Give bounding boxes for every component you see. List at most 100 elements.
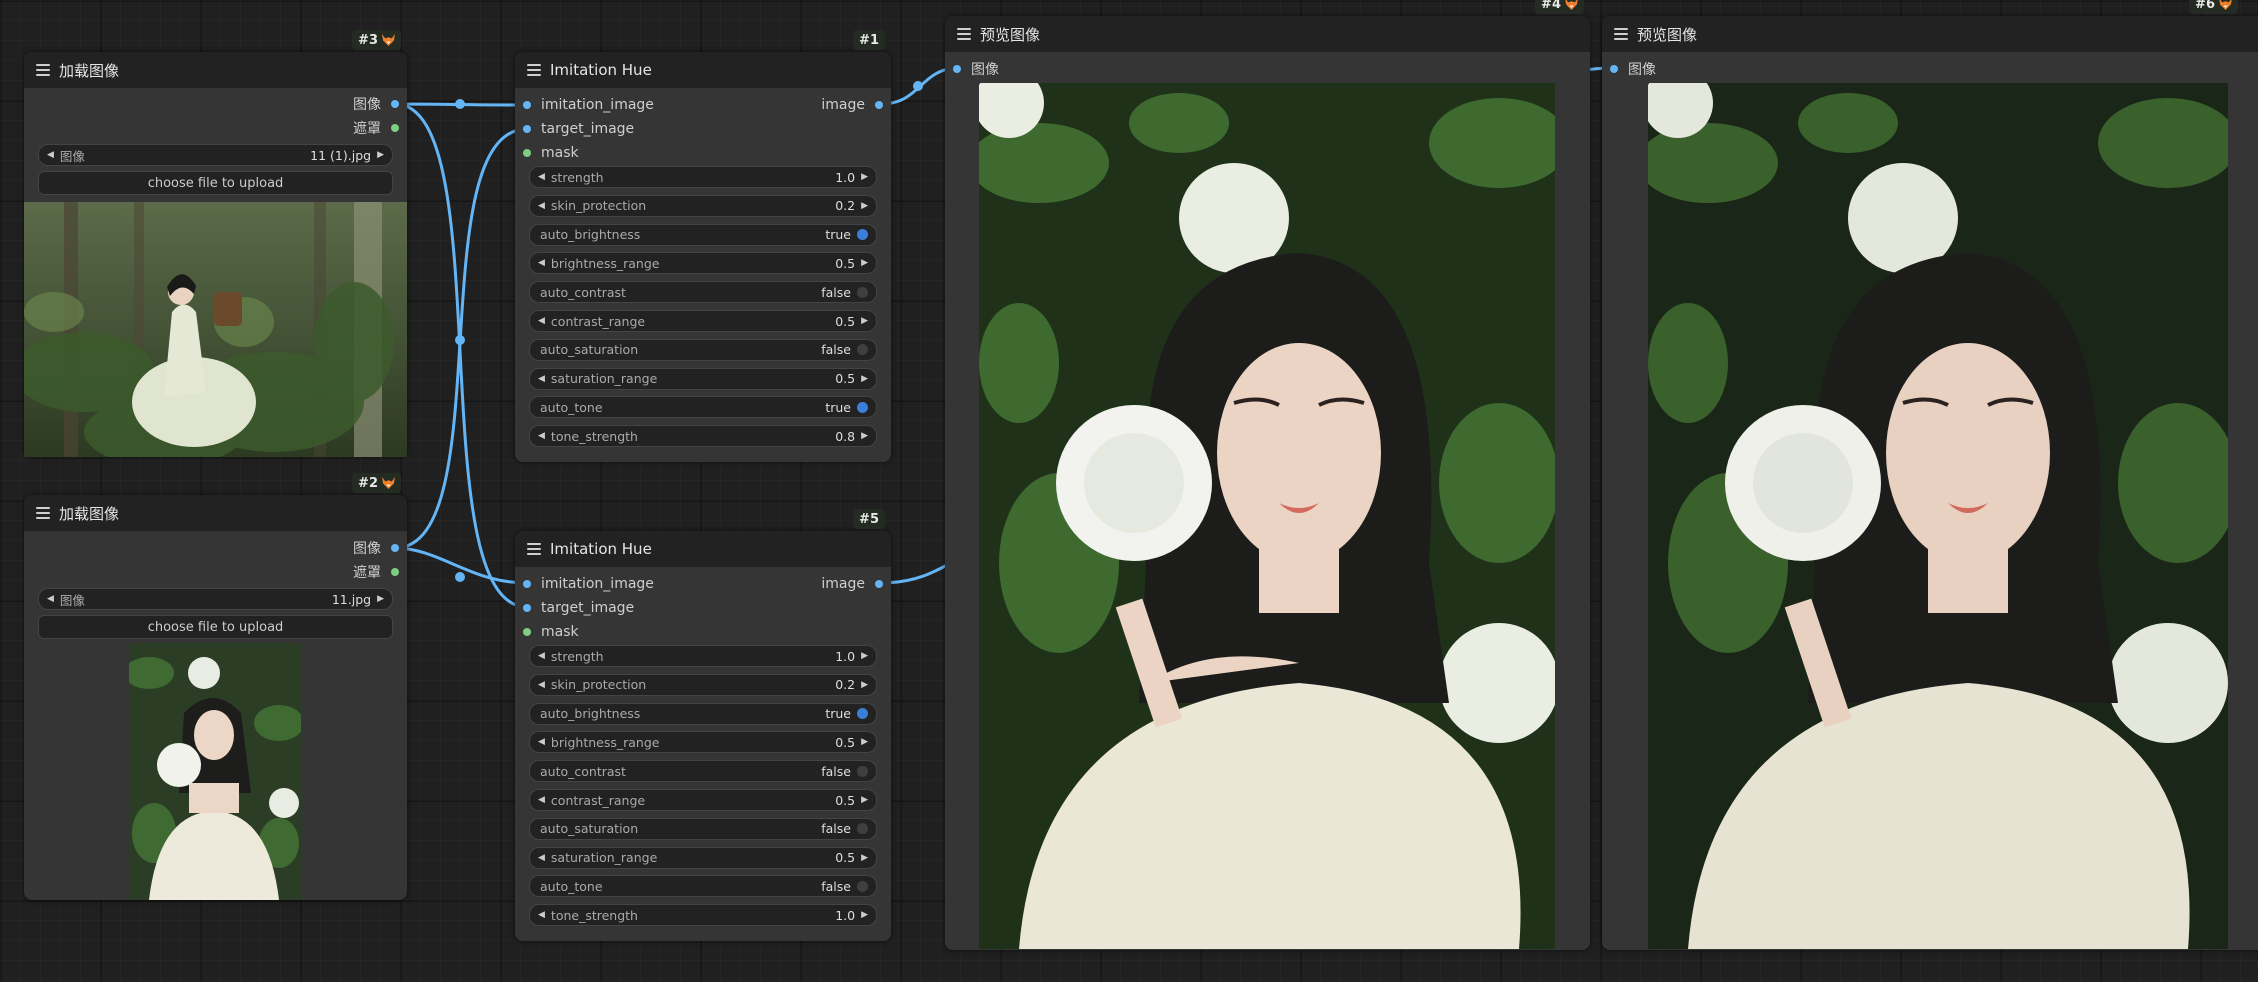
imitation-hue-node-2[interactable]: #5 Imitation Hue imitation_image target_… [515,509,891,941]
toggle-indicator[interactable] [857,286,868,298]
arrow-right-icon[interactable]: ▶ [861,316,868,326]
upload-button[interactable]: choose file to upload [38,615,393,639]
output-slot-dot[interactable] [391,100,399,108]
input-slot-dot[interactable] [523,628,531,636]
arrow-right-icon[interactable]: ▶ [861,651,868,661]
toggle-indicator[interactable] [857,823,868,835]
widget-contrast-range[interactable]: ◀ contrast_range 0.5 ▶ [529,310,877,332]
upload-button[interactable]: choose file to upload [38,171,393,195]
output-slot-dot[interactable] [391,124,399,132]
widget-brightness-range[interactable]: ◀ brightness_range 0.5 ▶ [529,252,877,275]
menu-icon[interactable] [36,64,50,76]
toggle-indicator[interactable] [857,765,868,777]
toggle-indicator[interactable] [857,880,868,892]
output-image[interactable]: image [821,573,883,595]
node-header[interactable]: 加载图像 [24,52,407,88]
arrow-right-icon[interactable]: ▶ [861,795,868,805]
toggle-indicator[interactable] [857,229,868,241]
load-image-node-1[interactable]: #3 加载图像 图像 遮罩 ◀ 图像 11 (1).jpg ▶ choose f… [24,30,407,457]
arrow-left-icon[interactable]: ◀ [538,795,545,805]
input-slot-dot[interactable] [953,65,961,73]
arrow-right-icon[interactable]: ▶ [861,374,868,384]
input-mask[interactable]: mask [523,621,579,643]
output-mask[interactable]: 遮罩 [353,561,399,583]
widget-auto-contrast[interactable]: auto_contrast false [529,760,877,783]
arrow-left-icon[interactable]: ◀ [538,258,545,268]
arrow-right-icon[interactable]: ▶ [377,150,384,160]
arrow-left-icon[interactable]: ◀ [538,316,545,326]
arrow-left-icon[interactable]: ◀ [538,910,545,920]
output-image[interactable]: image [821,94,883,116]
preview-image-node-2[interactable]: #6 预览图像 图像 [1602,0,2258,950]
widget-contrast-range[interactable]: ◀ contrast_range 0.5 ▶ [529,789,877,811]
input-slot-dot[interactable] [523,149,531,157]
widget-auto-tone[interactable]: auto_tone false [529,875,877,898]
input-target-image[interactable]: target_image [523,597,634,619]
arrow-left-icon[interactable]: ◀ [538,680,545,690]
arrow-left-icon[interactable]: ◀ [538,201,545,211]
menu-icon[interactable] [527,543,541,555]
menu-icon[interactable] [36,507,50,519]
toggle-indicator[interactable] [857,708,868,720]
input-imitation-image[interactable]: imitation_image [523,94,654,116]
widget-strength[interactable]: ◀ strength 1.0 ▶ [529,645,877,667]
widget-auto-saturation[interactable]: auto_saturation false [529,338,877,361]
widget-auto-brightness[interactable]: auto_brightness true [529,702,877,725]
output-slot-dot[interactable] [875,101,883,109]
output-image[interactable]: 图像 [353,93,399,115]
widget-skin-protection[interactable]: ◀ skin_protection 0.2 ▶ [529,673,877,696]
output-slot-dot[interactable] [875,580,883,588]
menu-icon[interactable] [957,28,971,40]
menu-icon[interactable] [527,64,541,76]
arrow-left-icon[interactable]: ◀ [538,651,545,661]
widget-saturation-range[interactable]: ◀ saturation_range 0.5 ▶ [529,367,877,390]
load-image-node-2[interactable]: #2 加载图像 图像 遮罩 ◀ 图像 11.jpg ▶ choose file … [24,473,407,900]
input-mask[interactable]: mask [523,142,579,164]
arrow-right-icon[interactable]: ▶ [861,910,868,920]
imitation-hue-node-1[interactable]: #1 Imitation Hue imitation_image target_… [515,30,891,462]
input-images[interactable]: 图像 [1610,58,1656,80]
widget-auto-brightness[interactable]: auto_brightness true [529,223,877,246]
arrow-right-icon[interactable]: ▶ [377,594,384,604]
input-imitation-image[interactable]: imitation_image [523,573,654,595]
arrow-left-icon[interactable]: ◀ [47,150,54,160]
toggle-indicator[interactable] [857,401,868,413]
widget-skin-protection[interactable]: ◀ skin_protection 0.2 ▶ [529,194,877,217]
input-images[interactable]: 图像 [953,58,999,80]
input-slot-dot[interactable] [523,125,531,133]
widget-tone-strength[interactable]: ◀ tone_strength 1.0 ▶ [529,904,877,927]
arrow-right-icon[interactable]: ▶ [861,680,868,690]
node-header[interactable]: Imitation Hue [515,531,891,567]
arrow-right-icon[interactable]: ▶ [861,431,868,441]
arrow-left-icon[interactable]: ◀ [538,737,545,747]
toggle-indicator[interactable] [857,344,868,356]
menu-icon[interactable] [1614,28,1628,40]
input-slot-dot[interactable] [523,580,531,588]
node-header[interactable]: 加载图像 [24,495,407,531]
widget-auto-tone[interactable]: auto_tone true [529,396,877,419]
arrow-right-icon[interactable]: ▶ [861,853,868,863]
output-slot-dot[interactable] [391,568,399,576]
image-select-widget[interactable]: ◀ 图像 11 (1).jpg ▶ [38,144,393,166]
output-image[interactable]: 图像 [353,537,399,559]
node-header[interactable]: Imitation Hue [515,52,891,88]
widget-saturation-range[interactable]: ◀ saturation_range 0.5 ▶ [529,846,877,869]
arrow-right-icon[interactable]: ▶ [861,258,868,268]
arrow-right-icon[interactable]: ▶ [861,201,868,211]
preview-image-node-1[interactable]: #4 预览图像 图像 [945,0,1590,950]
widget-auto-contrast[interactable]: auto_contrast false [529,281,877,304]
arrow-left-icon[interactable]: ◀ [538,374,545,384]
arrow-right-icon[interactable]: ▶ [861,737,868,747]
arrow-left-icon[interactable]: ◀ [47,594,54,604]
arrow-left-icon[interactable]: ◀ [538,431,545,441]
input-target-image[interactable]: target_image [523,118,634,140]
node-header[interactable]: 预览图像 [945,16,1590,52]
input-slot-dot[interactable] [523,101,531,109]
input-slot-dot[interactable] [523,604,531,612]
widget-auto-saturation[interactable]: auto_saturation false [529,817,877,840]
widget-strength[interactable]: ◀ strength 1.0 ▶ [529,166,877,188]
arrow-left-icon[interactable]: ◀ [538,172,545,182]
widget-brightness-range[interactable]: ◀ brightness_range 0.5 ▶ [529,731,877,754]
widget-tone-strength[interactable]: ◀ tone_strength 0.8 ▶ [529,425,877,448]
image-select-widget[interactable]: ◀ 图像 11.jpg ▶ [38,588,393,610]
